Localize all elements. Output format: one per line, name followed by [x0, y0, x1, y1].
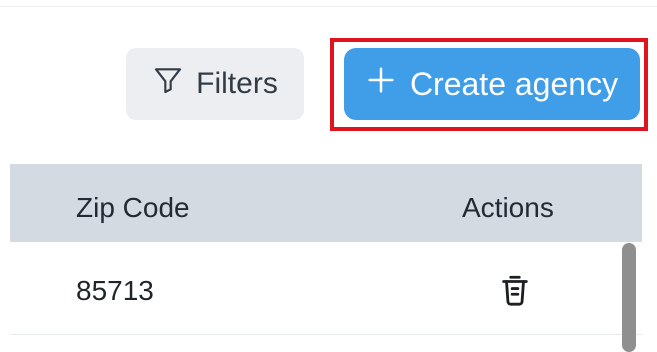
vertical-scrollbar[interactable]: [622, 243, 636, 352]
table-header: Zip Code Actions: [10, 164, 642, 242]
create-agency-button[interactable]: Create agency: [344, 48, 640, 120]
table-row: 85713: [10, 242, 642, 335]
plus-icon: [366, 65, 396, 103]
toolbar-area: Filters Create agency: [0, 0, 657, 160]
zip-code-cell: 85713: [76, 275, 154, 306]
column-header-actions: Actions: [462, 192, 554, 223]
filters-button[interactable]: Filters: [126, 48, 304, 120]
create-agency-label: Create agency: [409, 65, 619, 102]
filters-label: Filters: [196, 67, 278, 100]
divider: [0, 6, 657, 7]
column-header-zip-code[interactable]: Zip Code: [76, 164, 190, 242]
delete-icon[interactable]: [498, 272, 532, 308]
filter-icon: [152, 64, 184, 104]
